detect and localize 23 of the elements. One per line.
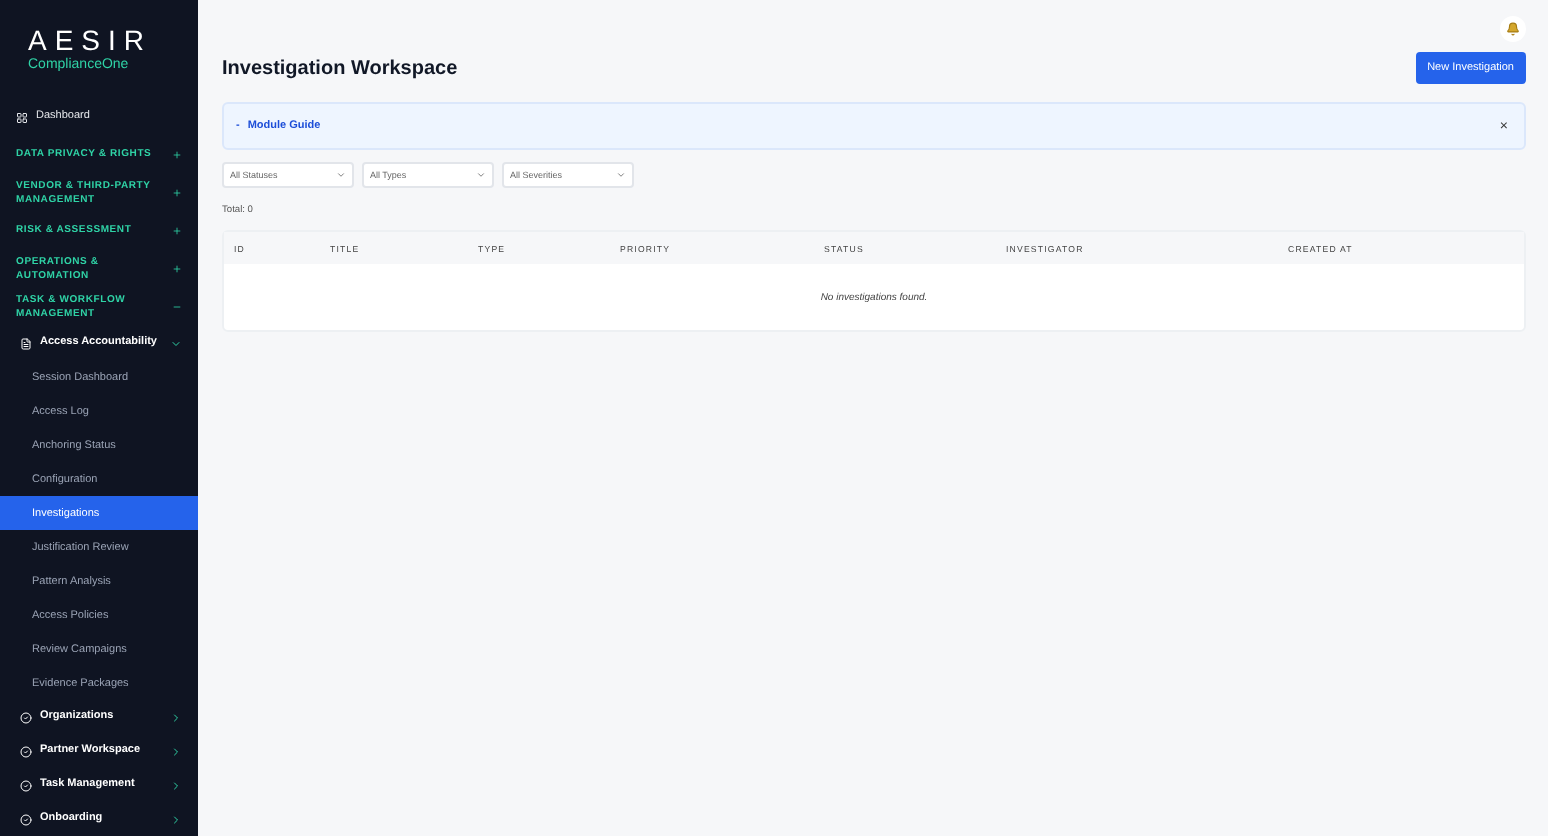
document-icon [20,337,32,349]
chevron-icon [336,170,346,180]
chevron-icon [170,813,182,825]
plus-icon [172,188,182,198]
chevron-icon [170,337,182,349]
notification-button[interactable] [1500,16,1526,42]
logo-title: AESIR [28,24,153,56]
plus-icon [172,150,182,160]
minus-icon [172,302,182,312]
check-circle-icon [20,711,32,723]
chevron-icon [476,170,486,180]
chevron-icon [170,779,182,791]
chevron-icon [616,170,626,180]
chevron-icon [170,711,182,723]
bell-icon [1506,22,1520,36]
grid-icon [16,112,28,124]
page-title: Investigation Workspace [222,57,458,79]
chevron-icon [170,745,182,757]
check-circle-icon [20,745,32,757]
check-circle-icon [20,779,32,791]
plus-icon [172,226,182,236]
plus-icon [172,264,182,274]
check-circle-icon [20,813,32,825]
